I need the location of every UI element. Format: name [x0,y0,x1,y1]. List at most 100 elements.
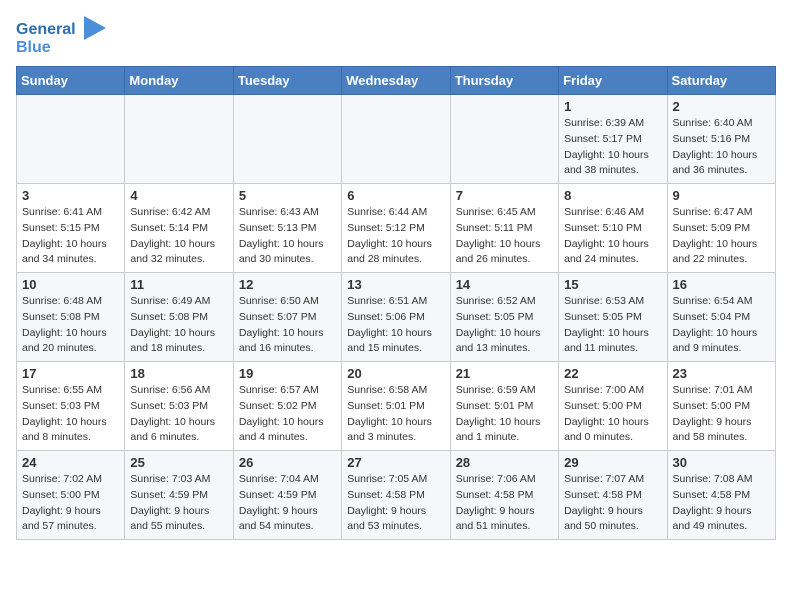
day-number: 23 [673,366,770,381]
day-info: Sunrise: 6:49 AM Sunset: 5:08 PM Dayligh… [130,294,227,357]
calendar-day-cell: 26 Sunrise: 7:04 AM Sunset: 4:59 PM Dayli… [233,451,341,540]
calendar-day-cell: 29Sunrise: 7:07 AM Sunset: 4:58 PM Dayli… [559,451,667,540]
day-number: 9 [673,188,770,203]
calendar-day-cell [450,95,558,184]
calendar-day-cell: 10 Sunrise: 6:48 AM Sunset: 5:08 PM Dayli… [17,273,125,362]
day-info: Sunrise: 6:47 AM Sunset: 5:09 PM Dayligh… [673,205,770,268]
day-info: Sunrise: 6:39 AM Sunset: 5:17 PM Dayligh… [564,116,661,179]
calendar-header: SundayMondayTuesdayWednesdayThursdayFrid… [17,67,776,95]
day-info: Sunrise: 7:06 AM Sunset: 4:58 PM Dayligh… [456,472,553,535]
day-info: Sunrise: 6:44 AM Sunset: 5:12 PM Dayligh… [347,205,444,268]
calendar-day-cell: 30 Sunrise: 7:08 AM Sunset: 4:58 PM Dayli… [667,451,775,540]
calendar-day-cell [125,95,233,184]
day-info: Sunrise: 7:08 AM Sunset: 4:58 PM Dayligh… [673,472,770,535]
day-info: Sunrise: 6:41 AM Sunset: 5:15 PM Dayligh… [22,205,119,268]
day-info: Sunrise: 6:58 AM Sunset: 5:01 PM Dayligh… [347,383,444,446]
day-number: 8 [564,188,661,203]
calendar-day-cell [233,95,341,184]
calendar-day-cell: 2Sunrise: 6:40 AM Sunset: 5:16 PM Daylig… [667,95,775,184]
day-number: 22 [564,366,661,381]
calendar-day-cell: 17 Sunrise: 6:55 AM Sunset: 5:03 PM Dayli… [17,362,125,451]
calendar-day-cell: 21 Sunrise: 6:59 AM Sunset: 5:01 PM Dayli… [450,362,558,451]
calendar-day-cell: 23Sunrise: 7:01 AM Sunset: 5:00 PM Dayli… [667,362,775,451]
calendar-day-cell: 1 Sunrise: 6:39 AM Sunset: 5:17 PM Daylig… [559,95,667,184]
day-info: Sunrise: 7:05 AM Sunset: 4:58 PM Dayligh… [347,472,444,535]
logo-box: GeneralBlue [16,16,106,56]
calendar-day-cell: 9 Sunrise: 6:47 AM Sunset: 5:09 PM Daylig… [667,184,775,273]
day-number: 20 [347,366,444,381]
day-info: Sunrise: 6:46 AM Sunset: 5:10 PM Dayligh… [564,205,661,268]
day-number: 21 [456,366,553,381]
calendar-day-cell: 3 Sunrise: 6:41 AM Sunset: 5:15 PM Daylig… [17,184,125,273]
calendar-body: 1 Sunrise: 6:39 AM Sunset: 5:17 PM Daylig… [17,95,776,540]
day-info: Sunrise: 6:57 AM Sunset: 5:02 PM Dayligh… [239,383,336,446]
day-header: Tuesday [233,67,341,95]
day-number: 14 [456,277,553,292]
day-number: 24 [22,455,119,470]
calendar-day-cell: 16Sunrise: 6:54 AM Sunset: 5:04 PM Dayli… [667,273,775,362]
calendar-day-cell: 18 Sunrise: 6:56 AM Sunset: 5:03 PM Dayli… [125,362,233,451]
day-number: 25 [130,455,227,470]
header-row: SundayMondayTuesdayWednesdayThursdayFrid… [17,67,776,95]
calendar-day-cell: 4Sunrise: 6:42 AM Sunset: 5:14 PM Daylig… [125,184,233,273]
day-number: 29 [564,455,661,470]
day-number: 27 [347,455,444,470]
calendar-day-cell: 7 Sunrise: 6:45 AM Sunset: 5:11 PM Daylig… [450,184,558,273]
day-number: 7 [456,188,553,203]
day-number: 1 [564,99,661,114]
calendar-week-row: 1 Sunrise: 6:39 AM Sunset: 5:17 PM Daylig… [17,95,776,184]
day-info: Sunrise: 6:55 AM Sunset: 5:03 PM Dayligh… [22,383,119,446]
calendar-day-cell: 13Sunrise: 6:51 AM Sunset: 5:06 PM Dayli… [342,273,450,362]
day-info: Sunrise: 6:59 AM Sunset: 5:01 PM Dayligh… [456,383,553,446]
page-header: GeneralBlue [16,16,776,56]
day-number: 18 [130,366,227,381]
calendar-day-cell: 19Sunrise: 6:57 AM Sunset: 5:02 PM Dayli… [233,362,341,451]
day-number: 17 [22,366,119,381]
day-number: 15 [564,277,661,292]
calendar-day-cell [342,95,450,184]
day-info: Sunrise: 6:54 AM Sunset: 5:04 PM Dayligh… [673,294,770,357]
calendar-table: SundayMondayTuesdayWednesdayThursdayFrid… [16,66,776,540]
day-number: 5 [239,188,336,203]
day-info: Sunrise: 6:50 AM Sunset: 5:07 PM Dayligh… [239,294,336,357]
day-info: Sunrise: 6:48 AM Sunset: 5:08 PM Dayligh… [22,294,119,357]
logo-svg: GeneralBlue [16,16,106,56]
day-info: Sunrise: 6:45 AM Sunset: 5:11 PM Dayligh… [456,205,553,268]
calendar-day-cell: 8 Sunrise: 6:46 AM Sunset: 5:10 PM Daylig… [559,184,667,273]
calendar-day-cell: 5 Sunrise: 6:43 AM Sunset: 5:13 PM Daylig… [233,184,341,273]
calendar-day-cell: 14 Sunrise: 6:52 AM Sunset: 5:05 PM Dayli… [450,273,558,362]
calendar-day-cell [17,95,125,184]
calendar-day-cell: 27 Sunrise: 7:05 AM Sunset: 4:58 PM Dayli… [342,451,450,540]
day-info: Sunrise: 6:42 AM Sunset: 5:14 PM Dayligh… [130,205,227,268]
calendar-day-cell: 12Sunrise: 6:50 AM Sunset: 5:07 PM Dayli… [233,273,341,362]
day-info: Sunrise: 7:03 AM Sunset: 4:59 PM Dayligh… [130,472,227,535]
day-info: Sunrise: 6:51 AM Sunset: 5:06 PM Dayligh… [347,294,444,357]
day-header: Wednesday [342,67,450,95]
day-number: 30 [673,455,770,470]
calendar-week-row: 3 Sunrise: 6:41 AM Sunset: 5:15 PM Daylig… [17,184,776,273]
svg-text:Blue: Blue [16,39,51,56]
day-number: 10 [22,277,119,292]
calendar-week-row: 10 Sunrise: 6:48 AM Sunset: 5:08 PM Dayli… [17,273,776,362]
day-number: 6 [347,188,444,203]
day-info: Sunrise: 6:43 AM Sunset: 5:13 PM Dayligh… [239,205,336,268]
day-info: Sunrise: 6:52 AM Sunset: 5:05 PM Dayligh… [456,294,553,357]
day-info: Sunrise: 7:02 AM Sunset: 5:00 PM Dayligh… [22,472,119,535]
day-header: Sunday [17,67,125,95]
day-info: Sunrise: 6:53 AM Sunset: 5:05 PM Dayligh… [564,294,661,357]
day-header: Monday [125,67,233,95]
day-number: 11 [130,277,227,292]
calendar-week-row: 17 Sunrise: 6:55 AM Sunset: 5:03 PM Dayli… [17,362,776,451]
logo: GeneralBlue [16,16,106,56]
calendar-day-cell: 28Sunrise: 7:06 AM Sunset: 4:58 PM Dayli… [450,451,558,540]
day-info: Sunrise: 6:56 AM Sunset: 5:03 PM Dayligh… [130,383,227,446]
day-number: 3 [22,188,119,203]
calendar-week-row: 24 Sunrise: 7:02 AM Sunset: 5:00 PM Dayli… [17,451,776,540]
day-info: Sunrise: 7:04 AM Sunset: 4:59 PM Dayligh… [239,472,336,535]
day-info: Sunrise: 7:00 AM Sunset: 5:00 PM Dayligh… [564,383,661,446]
calendar-day-cell: 22 Sunrise: 7:00 AM Sunset: 5:00 PM Dayli… [559,362,667,451]
calendar-day-cell: 20 Sunrise: 6:58 AM Sunset: 5:01 PM Dayli… [342,362,450,451]
day-info: Sunrise: 6:40 AM Sunset: 5:16 PM Dayligh… [673,116,770,179]
day-number: 26 [239,455,336,470]
calendar-day-cell: 24 Sunrise: 7:02 AM Sunset: 5:00 PM Dayli… [17,451,125,540]
